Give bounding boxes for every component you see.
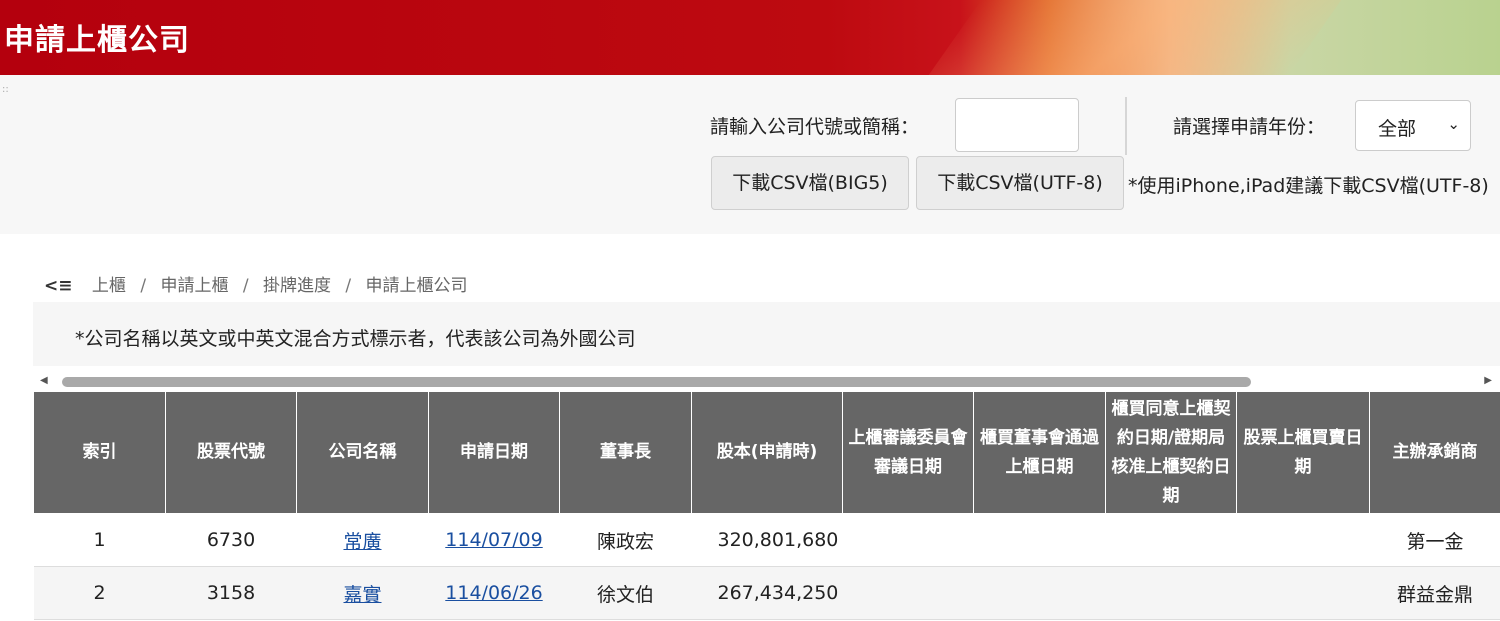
divider: [1125, 97, 1127, 155]
column-header[interactable]: 櫃買同意上櫃契約日期/證期局核准上櫃契約日期: [1105, 391, 1237, 514]
breadcrumb: <≡ 上櫃 / 申請上櫃 / 掛牌進度 / 申請上櫃公司: [44, 271, 468, 296]
table-header-row: 索引 股票代號 公司名稱 申請日期 董事長 股本(申請時) 上櫃審議委員會審議日…: [33, 391, 1500, 514]
column-header[interactable]: 申請日期: [428, 391, 560, 514]
chevron-down-icon: ⌄: [1447, 115, 1460, 133]
breadcrumb-current: 申請上櫃公司: [365, 276, 468, 296]
notice-box: *公司名稱以英文或中英文混合方式標示者，代表該公司為外國公司: [33, 302, 1500, 366]
cell-underwriter: 第一金: [1369, 513, 1500, 567]
cell-review-date: [842, 513, 974, 567]
year-label: 請選擇申請年份：: [1173, 116, 1326, 138]
apply-date-link[interactable]: 114/06/26: [445, 582, 542, 604]
year-select[interactable]: 全部 ⌄: [1355, 100, 1471, 151]
page-title: 申請上櫃公司: [4, 23, 190, 58]
search-label: 請輸入公司代號或簡稱：: [710, 116, 920, 138]
cell-contract-date: [1105, 566, 1237, 620]
scrollbar-thumb[interactable]: [62, 377, 1251, 387]
year-select-value: 全部: [1378, 118, 1417, 140]
sidebar-toggle-icon[interactable]: <≡: [44, 276, 73, 296]
download-csv-big5-button[interactable]: 下載CSV檔(BIG5): [711, 156, 909, 210]
breadcrumb-item[interactable]: 掛牌進度: [263, 276, 331, 296]
table-row: 2 3158 嘉實 114/06/26 徐文伯 267,434,250 群益金鼎: [33, 566, 1500, 620]
cell-chairman: 徐文伯: [559, 566, 692, 620]
table-row: 1 6730 常廣 114/07/09 陳政宏 320,801,680 第一金: [33, 513, 1500, 567]
cell-company-name: 常廣: [296, 513, 429, 567]
header-banner: 申請上櫃公司: [0, 0, 1500, 75]
cell-review-date: [842, 566, 974, 620]
cell-apply-date: 114/06/26: [428, 566, 560, 620]
cell-capital: 320,801,680: [691, 513, 843, 567]
column-header[interactable]: 櫃買董事會通過上櫃日期: [973, 391, 1106, 514]
column-header[interactable]: 公司名稱: [296, 391, 429, 514]
breadcrumb-item[interactable]: 申請上櫃: [160, 276, 228, 296]
notice-text: *公司名稱以英文或中英文混合方式標示者，代表該公司為外國公司: [75, 328, 636, 350]
cell-chairman: 陳政宏: [559, 513, 692, 567]
column-header[interactable]: 索引: [33, 391, 166, 514]
column-header[interactable]: 股票上櫃買賣日期: [1236, 391, 1370, 514]
horizontal-scrollbar[interactable]: ◀ ▶: [40, 375, 1492, 388]
column-header[interactable]: 主辦承銷商: [1369, 391, 1500, 514]
breadcrumb-item[interactable]: 上櫃: [92, 276, 126, 296]
banner-decoration: [928, 0, 1342, 75]
drag-handle: ::: [2, 84, 9, 95]
column-header[interactable]: 股本(申請時): [691, 391, 843, 514]
cell-contract-date: [1105, 513, 1237, 567]
breadcrumb-separator: /: [140, 276, 147, 296]
cell-capital: 267,434,250: [691, 566, 843, 620]
scroll-right-icon[interactable]: ▶: [1484, 375, 1492, 386]
download-note: *使用iPhone,iPad建議下載CSV檔(UTF-8): [1128, 175, 1489, 197]
column-header[interactable]: 董事長: [559, 391, 692, 514]
cell-apply-date: 114/07/09: [428, 513, 560, 567]
breadcrumb-separator: /: [242, 276, 249, 296]
cell-board-date: [973, 513, 1106, 567]
breadcrumb-separator: /: [345, 276, 352, 296]
cell-index: 1: [33, 513, 166, 567]
column-header[interactable]: 股票代號: [165, 391, 297, 514]
cell-board-date: [973, 566, 1106, 620]
cell-stock-code: 3158: [165, 566, 297, 620]
apply-date-link[interactable]: 114/07/09: [445, 529, 542, 551]
company-search-input[interactable]: [955, 98, 1079, 152]
company-link[interactable]: 常廣: [343, 531, 381, 553]
cell-underwriter: 群益金鼎: [1369, 566, 1500, 620]
companies-table: 索引 股票代號 公司名稱 申請日期 董事長 股本(申請時) 上櫃審議委員會審議日…: [33, 391, 1500, 620]
cell-index: 2: [33, 566, 166, 620]
cell-listing-date: [1236, 513, 1370, 567]
download-csv-utf8-button[interactable]: 下載CSV檔(UTF-8): [916, 156, 1124, 210]
cell-stock-code: 6730: [165, 513, 297, 567]
column-header[interactable]: 上櫃審議委員會審議日期: [842, 391, 974, 514]
company-link[interactable]: 嘉實: [343, 584, 381, 606]
cell-listing-date: [1236, 566, 1370, 620]
scroll-left-icon[interactable]: ◀: [40, 375, 48, 386]
cell-company-name: 嘉實: [296, 566, 429, 620]
